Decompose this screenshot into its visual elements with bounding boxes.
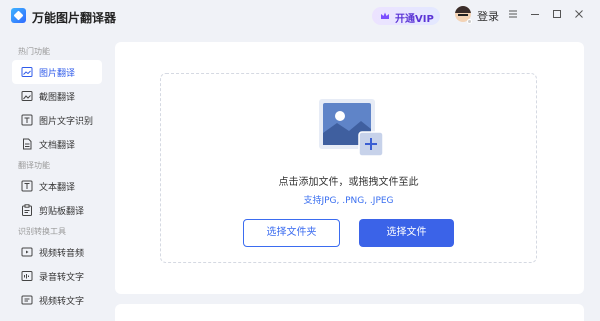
image-upload-icon xyxy=(319,99,383,157)
vip-button[interactable]: 开通VIP xyxy=(372,7,440,25)
document-icon xyxy=(23,138,32,150)
recording-icon xyxy=(21,271,33,281)
sidebar-item-recording-to-text[interactable]: 录音转文字 xyxy=(12,264,102,288)
bottom-panel xyxy=(115,304,584,321)
sidebar-item-video-to-audio[interactable]: 视频转音频 xyxy=(12,240,102,264)
sidebar-item-screenshot-translate[interactable]: 截图翻译 xyxy=(12,84,102,108)
sidebar-item-text-translate[interactable]: 文本翻译 xyxy=(12,174,102,198)
vip-label: 开通VIP xyxy=(395,14,434,25)
sidebar-item-ocr[interactable]: 图片文字识别 xyxy=(12,108,102,132)
ocr-icon xyxy=(21,114,33,126)
sidebar-item-label: 图片文字识别 xyxy=(39,117,94,127)
sidebar-item-document-translate[interactable]: 文档翻译 xyxy=(12,132,102,156)
sidebar-item-label: 视频转音频 xyxy=(39,249,85,259)
close-icon[interactable] xyxy=(573,8,585,20)
sidebar-item-clipboard-translate[interactable]: 剪贴板翻译 xyxy=(12,198,102,222)
clipboard-icon xyxy=(22,204,32,216)
sidebar-item-label: 文档翻译 xyxy=(39,141,76,151)
app-logo-icon xyxy=(11,8,26,23)
select-folder-button[interactable]: 选择文件夹 xyxy=(243,219,340,247)
crown-icon xyxy=(381,12,389,19)
sidebar-item-image-translate[interactable]: 图片翻译 xyxy=(12,60,102,84)
sidebar-item-label: 截图翻译 xyxy=(39,93,76,103)
avatar-status-dot xyxy=(467,19,472,24)
supported-formats-text: 支持JPG, .PNG, .JPEG xyxy=(303,196,394,206)
app-title: 万能图片翻译器 xyxy=(32,11,117,25)
drop-hint-text: 点击添加文件，或拖拽文件至此 xyxy=(278,177,419,188)
image-translate-icon xyxy=(21,67,33,77)
sidebar-item-video-to-text[interactable]: 视频转文字 xyxy=(12,288,102,312)
screenshot-icon xyxy=(21,91,33,101)
video-icon xyxy=(21,247,33,257)
section-label-hot: 热门功能 xyxy=(18,47,50,56)
maximize-icon[interactable] xyxy=(551,8,563,20)
menu-icon[interactable] xyxy=(507,8,519,20)
sidebar-item-label: 视频转文字 xyxy=(39,297,85,307)
login-link[interactable]: 登录 xyxy=(477,8,499,24)
video-text-icon xyxy=(21,295,33,305)
sidebar-item-label: 文本翻译 xyxy=(39,183,76,193)
select-file-button[interactable]: 选择文件 xyxy=(359,219,454,247)
sidebar: 热门功能 图片翻译 截图翻译 图片文字识别 文档翻译 翻译功能 文本翻译 剪贴板… xyxy=(0,34,110,321)
section-label-translate: 翻译功能 xyxy=(18,161,50,170)
sidebar-item-label: 录音转文字 xyxy=(39,273,85,283)
section-label-tools: 识别转换工具 xyxy=(18,227,66,236)
title-bar: 万能图片翻译器 开通VIP 登录 xyxy=(0,0,600,34)
sidebar-item-label: 剪贴板翻译 xyxy=(39,207,85,217)
text-icon xyxy=(21,180,33,192)
minimize-icon[interactable] xyxy=(529,8,541,20)
sidebar-item-label: 图片翻译 xyxy=(39,69,76,79)
